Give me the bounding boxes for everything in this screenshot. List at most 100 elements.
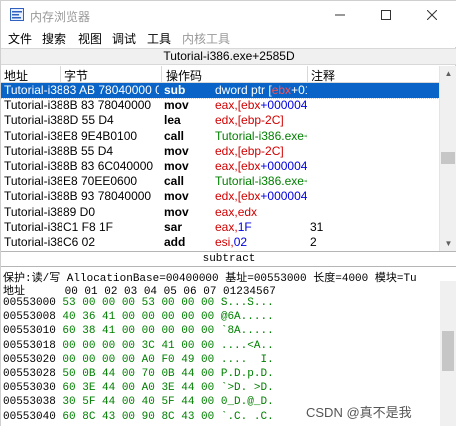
row-bytes: 89 D0 bbox=[63, 204, 96, 219]
column-comment[interactable]: 注释 bbox=[311, 67, 335, 84]
disasm-row[interactable]: Tutorial-i386.exe+2586A8D 55 D4 lea edx,[e… bbox=[1, 113, 439, 128]
disasm-row[interactable]: Tutorial-i386.exe+25888C1 F8 1F sar eax,1F… bbox=[1, 220, 439, 235]
row-opcode: lea bbox=[164, 113, 181, 128]
row-address: Tutorial-i386.exe+25886 bbox=[4, 204, 62, 219]
hex-bytes[interactable]: 53 00 00 00 53 00 00 00 bbox=[62, 297, 220, 309]
hex-bytes[interactable]: 30 5F 44 00 40 5F 44 00 bbox=[62, 396, 220, 408]
row-opcode: sub bbox=[164, 83, 186, 97]
maximize-button[interactable] bbox=[363, 1, 409, 29]
app-icon bbox=[10, 8, 24, 21]
hex-ascii[interactable]: `>D. >D. bbox=[221, 382, 274, 394]
hex-ascii[interactable]: @6A..... bbox=[221, 311, 274, 323]
scroll-thumb[interactable] bbox=[441, 152, 455, 164]
row-operands: eax,1F bbox=[215, 219, 252, 234]
hex-address: 00553038 bbox=[3, 396, 63, 409]
row-bytes: C6 02 bbox=[63, 235, 96, 249]
hex-address: 00553028 bbox=[3, 368, 63, 380]
minimize-button[interactable] bbox=[317, 1, 363, 29]
hex-ascii[interactable]: .... I. bbox=[221, 354, 274, 366]
hex-ascii[interactable]: `8A..... bbox=[221, 325, 274, 337]
disasm-row[interactable]: Tutorial-i386.exe+2588BC6 02 add esi,02 2 bbox=[1, 235, 439, 250]
hex-ascii[interactable]: `.C. .C. bbox=[221, 411, 274, 423]
hex-scrollbar[interactable] bbox=[440, 281, 456, 426]
column-divider[interactable] bbox=[307, 66, 308, 82]
hex-row[interactable]: 00553038 30 5F 44 00 40 5F 44 00 0_D.@_D… bbox=[3, 395, 274, 409]
maximize-icon bbox=[381, 10, 391, 20]
hex-bytes[interactable]: 60 38 41 00 00 00 00 00 bbox=[62, 325, 220, 337]
hex-ascii[interactable]: S...S... bbox=[221, 297, 274, 309]
menu-debug[interactable]: 调试 bbox=[112, 30, 136, 47]
row-address: Tutorial-i386.exe+2587B bbox=[4, 174, 62, 189]
menu-search[interactable]: 搜索 bbox=[42, 30, 66, 47]
column-divider[interactable] bbox=[161, 66, 162, 82]
disasm-row[interactable]: Tutorial-i386.exe+258728B 55 D4 mov edx,[e… bbox=[1, 144, 439, 159]
row-operands: esi,02 bbox=[215, 235, 248, 249]
hex-row[interactable]: 00553030 60 3E 44 00 A0 3E 44 00 `>D. >D… bbox=[3, 381, 274, 395]
row-bytes: 83 AB 78040000 01 bbox=[63, 83, 159, 97]
disassembler-scrollbar[interactable]: ▲ ▼ bbox=[439, 66, 456, 251]
row-opcode: mov bbox=[164, 98, 189, 113]
disassembly-list[interactable]: Tutorial-i386.exe+2585D83 AB 78040000 01… bbox=[1, 83, 439, 251]
hex-address: 00553030 bbox=[3, 382, 63, 395]
hex-address: 00553008 bbox=[3, 311, 63, 324]
disasm-row[interactable]: Tutorial-i386.exe+2585D83 AB 78040000 01… bbox=[1, 83, 439, 99]
row-bytes: E8 9E4B0100 bbox=[63, 128, 138, 143]
disasm-row[interactable]: Tutorial-i386.exe+258648B 83 78040000 mov… bbox=[1, 98, 439, 113]
column-opcode[interactable]: 操作码 bbox=[166, 67, 202, 84]
disasm-row[interactable]: Tutorial-i386.exe+2586DE8 9E4B0100 call Tu… bbox=[1, 129, 439, 144]
hex-ascii[interactable]: P.D.p.D. bbox=[221, 368, 274, 380]
row-operands: eax,[ebx+0000046C] bbox=[215, 159, 307, 173]
menu-tools[interactable]: 工具 bbox=[147, 30, 171, 47]
hex-row[interactable]: 00553008 40 36 41 00 00 00 00 00 @6A....… bbox=[3, 310, 274, 324]
hex-address: 00553000 bbox=[3, 297, 63, 309]
hex-bytes[interactable]: 00 00 00 00 3C 41 00 00 bbox=[62, 340, 220, 352]
row-opcode: mov bbox=[164, 159, 189, 173]
hex-row[interactable]: 00553040 60 8C 43 00 90 8C 43 00 `.C. .C… bbox=[3, 410, 274, 424]
hex-row[interactable]: 00553020 00 00 00 00 A0 F0 49 00 .... I. bbox=[3, 353, 274, 367]
row-opcode: call bbox=[164, 128, 185, 143]
row-bytes: 8B 83 6C040000 bbox=[63, 159, 154, 173]
hex-ascii[interactable]: 0_D.@_D. bbox=[221, 396, 274, 408]
disasm-row[interactable]: Tutorial-i386.exe+2588689 D0 mov eax,edx bbox=[1, 205, 439, 220]
hex-bytes[interactable]: 50 0B 44 00 70 0B 44 00 bbox=[62, 368, 220, 380]
hex-bytes[interactable]: 40 36 41 00 00 00 00 00 bbox=[62, 311, 220, 323]
hex-bytes[interactable]: 60 3E 44 00 A0 3E 44 00 bbox=[62, 382, 220, 394]
hex-bytes[interactable]: 00 00 00 00 A0 F0 49 00 bbox=[62, 354, 220, 366]
minimize-icon bbox=[335, 14, 345, 16]
hex-ascii[interactable]: ....<A.. bbox=[221, 340, 274, 352]
disasm-row[interactable]: Tutorial-i386.exe+2587BE8 70EE0600 call Tu… bbox=[1, 174, 439, 189]
row-opcode: mov bbox=[164, 189, 189, 204]
row-bytes: 8D 55 D4 bbox=[63, 113, 114, 128]
menu-view[interactable]: 视图 bbox=[78, 30, 102, 47]
memory-viewer-window: 内存浏览器 文件 搜索 视图 调试 工具 内核工具 Tutorial-i386.… bbox=[0, 0, 456, 426]
scroll-up-arrow[interactable]: ▲ bbox=[440, 66, 456, 81]
menu-kernel-tools[interactable]: 内核工具 bbox=[182, 30, 230, 47]
hex-bytes[interactable]: 60 8C 43 00 90 8C 43 00 bbox=[62, 411, 220, 423]
disasm-row[interactable]: Tutorial-i386.exe+258758B 83 6C040000 mov… bbox=[1, 159, 439, 174]
disassembler-column-header: 地址 字节 操作码 注释 bbox=[1, 66, 439, 83]
row-opcode: mov bbox=[164, 204, 189, 219]
title-bar: 内存浏览器 bbox=[1, 1, 456, 29]
hex-row[interactable]: 00553028 50 0B 44 00 70 0B 44 00 P.D.p.D… bbox=[3, 367, 274, 381]
hex-address: 00553020 bbox=[3, 353, 63, 366]
column-bytes[interactable]: 字节 bbox=[64, 67, 88, 84]
scroll-down-arrow[interactable]: ▼ bbox=[440, 236, 456, 251]
menu-file[interactable]: 文件 bbox=[8, 30, 32, 47]
disasm-row[interactable]: Tutorial-i386.exe+258808B 93 78040000 mov… bbox=[1, 189, 439, 204]
hex-address: 00553040 bbox=[3, 410, 63, 423]
row-address: Tutorial-i386.exe+25864 bbox=[4, 98, 62, 113]
disassembler-address-header[interactable]: Tutorial-i386.exe+2585D bbox=[1, 48, 456, 65]
row-bytes: E8 70EE0600 bbox=[63, 174, 138, 189]
close-icon bbox=[427, 10, 437, 20]
hex-scroll-thumb[interactable] bbox=[442, 331, 454, 371]
close-button[interactable] bbox=[409, 1, 455, 29]
column-address[interactable]: 地址 bbox=[4, 67, 28, 84]
row-operands: edx,[ebp-2C] bbox=[215, 143, 284, 158]
row-address: Tutorial-i386.exe+25872 bbox=[4, 143, 62, 158]
hex-row[interactable]: 00553000 53 00 00 00 53 00 00 00 S...S..… bbox=[3, 296, 274, 310]
column-divider[interactable] bbox=[60, 66, 61, 82]
hex-row[interactable]: 00553010 60 38 41 00 00 00 00 00 `8A....… bbox=[3, 324, 274, 338]
row-comment: 31 bbox=[310, 219, 324, 234]
hex-row[interactable]: 00553018 00 00 00 00 3C 41 00 00 ....<A.… bbox=[3, 339, 274, 353]
row-opcode: sar bbox=[164, 219, 183, 234]
